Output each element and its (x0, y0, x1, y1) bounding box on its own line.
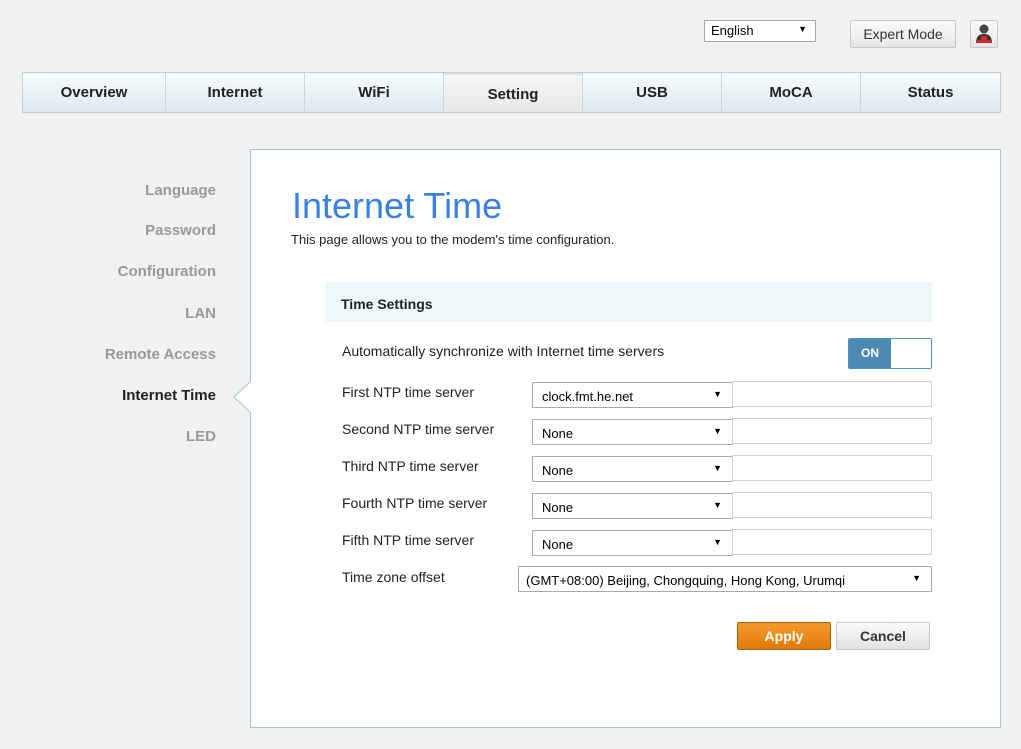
user-icon (976, 24, 992, 43)
tab-internet[interactable]: Internet (166, 73, 305, 112)
language-select-value: English (711, 23, 754, 38)
chevron-down-icon: ▼ (713, 389, 722, 399)
timezone-select[interactable]: (GMT+08:00) Beijing, Chongquing, Hong Ko… (518, 566, 932, 592)
ntp-server-3-value: None (542, 463, 574, 478)
sidebar-item-led[interactable]: LED (186, 428, 216, 445)
tab-overview[interactable]: Overview (23, 73, 166, 112)
tab-usb[interactable]: USB (583, 73, 722, 112)
auto-sync-label: Automatically synchronize with Internet … (342, 343, 665, 359)
section-heading: Time Settings (325, 282, 932, 322)
chevron-down-icon: ▼ (798, 24, 807, 34)
page-description: This page allows you to the modem's time… (291, 232, 615, 247)
tab-wifi[interactable]: WiFi (305, 73, 444, 112)
language-select[interactable]: English ▼ (704, 20, 816, 42)
apply-button[interactable]: Apply (737, 622, 831, 650)
ntp-server-3-input[interactable] (732, 455, 932, 481)
page-title: Internet Time (292, 185, 503, 226)
tab-setting[interactable]: Setting (444, 73, 583, 112)
ntp-server-5-input[interactable] (732, 529, 932, 555)
sidebar-item-password[interactable]: Password (145, 222, 216, 239)
timezone-value: (GMT+08:00) Beijing, Chongquing, Hong Ko… (526, 573, 846, 588)
chevron-down-icon: ▼ (912, 573, 921, 583)
ntp-server-1-input[interactable] (732, 381, 932, 407)
tab-moca[interactable]: MoCA (722, 73, 861, 112)
sidebar-item-internet-time[interactable]: Internet Time (122, 387, 216, 404)
expert-mode-button[interactable]: Expert Mode (850, 20, 956, 48)
ntp-server-5-label: Fifth NTP time server (342, 532, 474, 548)
sidebar-item-remote-access[interactable]: Remote Access (105, 346, 216, 363)
ntp-server-1-select[interactable]: clock.fmt.he.net ▼ (532, 382, 733, 408)
chevron-down-icon: ▼ (713, 537, 722, 547)
ntp-server-2-value: None (542, 426, 574, 441)
cancel-button[interactable]: Cancel (836, 622, 930, 650)
ntp-server-4-label: Fourth NTP time server (342, 495, 488, 511)
sidebar-item-lan[interactable]: LAN (185, 305, 216, 322)
ntp-server-2-label: Second NTP time server (342, 421, 495, 437)
ntp-server-4-value: None (542, 500, 574, 515)
ntp-server-4-input[interactable] (732, 492, 932, 518)
sidebar-item-configuration[interactable]: Configuration (118, 263, 216, 280)
ntp-server-3-label: Third NTP time server (342, 458, 479, 474)
tab-status[interactable]: Status (861, 73, 1000, 112)
sidebar-item-language[interactable]: Language (145, 182, 216, 199)
ntp-server-4-select[interactable]: None ▼ (532, 493, 733, 519)
user-account-button[interactable] (970, 20, 998, 48)
ntp-server-5-select[interactable]: None ▼ (532, 530, 733, 556)
ntp-server-2-select[interactable]: None ▼ (532, 419, 733, 445)
toggle-on-label: ON (849, 339, 891, 368)
active-pointer-icon (233, 382, 252, 412)
chevron-down-icon: ▼ (713, 500, 722, 510)
chevron-down-icon: ▼ (713, 426, 722, 436)
ntp-server-2-input[interactable] (732, 418, 932, 444)
timezone-label: Time zone offset (342, 569, 445, 585)
auto-sync-toggle[interactable]: ON (848, 338, 932, 369)
main-nav: Overview Internet WiFi Setting USB MoCA … (22, 72, 1001, 113)
ntp-server-1-value: clock.fmt.he.net (542, 389, 634, 404)
ntp-server-1-label: First NTP time server (342, 384, 474, 400)
ntp-server-5-value: None (542, 537, 574, 552)
ntp-server-3-select[interactable]: None ▼ (532, 456, 733, 482)
chevron-down-icon: ▼ (713, 463, 722, 473)
